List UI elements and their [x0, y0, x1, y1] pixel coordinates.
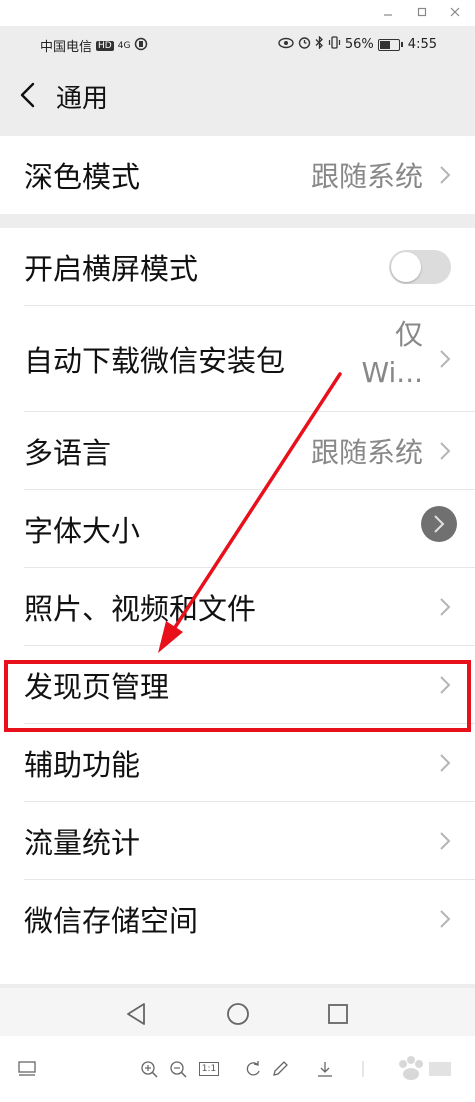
android-nav-bar	[0, 988, 475, 1036]
clock: 4:55	[407, 37, 437, 52]
settings-row-accessibility[interactable]: 辅助功能	[0, 724, 475, 802]
chevron-right-icon	[440, 910, 451, 928]
zoom-out-icon[interactable]	[167, 1058, 189, 1080]
row-label: 流量统计	[24, 826, 141, 860]
settings-group-general: 开启横屏模式 自动下载微信安装包 仅 Wi... 多语言 跟随系统 字体大小 照…	[0, 228, 475, 984]
nav-home-icon[interactable]	[226, 1002, 250, 1026]
zoom-in-icon[interactable]	[138, 1058, 160, 1080]
row-value: 跟随系统	[310, 160, 423, 193]
chevron-right-icon	[440, 442, 451, 460]
more-icon[interactable]	[352, 1058, 374, 1080]
floating-assist-icon[interactable]	[421, 506, 457, 542]
row-label: 自动下载微信安装包	[24, 344, 286, 378]
minimize-icon[interactable]	[380, 4, 396, 20]
chevron-right-icon	[440, 754, 451, 772]
edit-pencil-icon[interactable]	[269, 1058, 291, 1080]
settings-row-font-size[interactable]: 字体大小	[0, 490, 475, 568]
row-label: 辅助功能	[24, 748, 141, 782]
window-chrome	[0, 0, 475, 26]
row-label: 深色模式	[24, 160, 141, 194]
settings-row-landscape: 开启横屏模式	[0, 228, 475, 306]
row-label: 开启横屏模式	[24, 252, 199, 286]
row-label: 微信存储空间	[24, 904, 199, 938]
status-bar: 中国电信 HD 4G 56% 4:55	[0, 26, 475, 62]
eye-icon	[278, 37, 294, 53]
alarm-icon	[298, 36, 311, 53]
chevron-right-icon	[440, 350, 451, 368]
settings-row-discover[interactable]: 发现页管理	[0, 646, 475, 724]
value-line-1: 仅	[394, 318, 423, 351]
download-icon[interactable]	[314, 1058, 336, 1080]
nav-bar: 通用	[0, 62, 475, 128]
toggle-knob	[391, 252, 421, 282]
watermark-logo	[385, 1054, 455, 1089]
carrier-name: 中国电信	[40, 40, 93, 55]
page-title: 通用	[56, 84, 109, 114]
settings-row-language[interactable]: 多语言 跟随系统	[0, 412, 475, 490]
chevron-right-icon	[440, 676, 451, 694]
row-value: 跟随系统	[310, 436, 423, 469]
chevron-right-icon	[440, 598, 451, 616]
network-type: 4G	[117, 40, 131, 51]
phone-screen: 中国电信 HD 4G 56% 4:55 通用 深色模式 跟随系统 开启横屏模式 …	[0, 26, 475, 1036]
settings-row-media[interactable]: 照片、视频和文件	[0, 568, 475, 646]
row-label: 字体大小	[24, 514, 141, 548]
settings-row-data-usage[interactable]: 流量统计	[0, 802, 475, 880]
rotate-icon[interactable]	[242, 1058, 264, 1080]
chevron-right-icon	[440, 166, 451, 184]
nav-recent-icon[interactable]	[327, 1003, 349, 1025]
notification-icon	[134, 37, 148, 55]
row-label: 发现页管理	[24, 670, 170, 704]
settings-group-display: 深色模式 跟随系统	[0, 136, 475, 214]
settings-row-dark-mode[interactable]: 深色模式 跟随系统	[0, 136, 475, 214]
row-value: 仅 Wi...	[361, 316, 423, 392]
settings-row-auto-download[interactable]: 自动下载微信安装包 仅 Wi...	[0, 306, 475, 412]
chevron-right-icon	[440, 832, 451, 850]
battery-percent: 56%	[344, 37, 374, 52]
maximize-icon[interactable]	[414, 4, 430, 20]
nav-back-icon[interactable]	[125, 1002, 147, 1026]
landscape-toggle[interactable]	[389, 250, 451, 284]
status-left: 中国电信 HD 4G	[40, 36, 148, 55]
row-label: 多语言	[24, 436, 112, 470]
row-label: 照片、视频和文件	[24, 592, 257, 626]
settings-row-storage[interactable]: 微信存储空间	[0, 880, 475, 958]
thumbnail-icon[interactable]	[16, 1058, 38, 1080]
value-line-2: Wi...	[361, 356, 423, 389]
battery-icon	[377, 38, 403, 51]
hd-badge: HD	[96, 40, 114, 51]
actual-size-label: 1:1	[198, 1062, 220, 1076]
back-arrow-icon[interactable]	[16, 78, 40, 112]
bluetooth-icon	[315, 35, 324, 53]
actual-size-button[interactable]: 1:1	[196, 1058, 222, 1080]
vibrate-icon	[328, 36, 341, 53]
close-icon[interactable]	[447, 4, 463, 20]
status-right: 56% 4:55	[278, 35, 437, 53]
